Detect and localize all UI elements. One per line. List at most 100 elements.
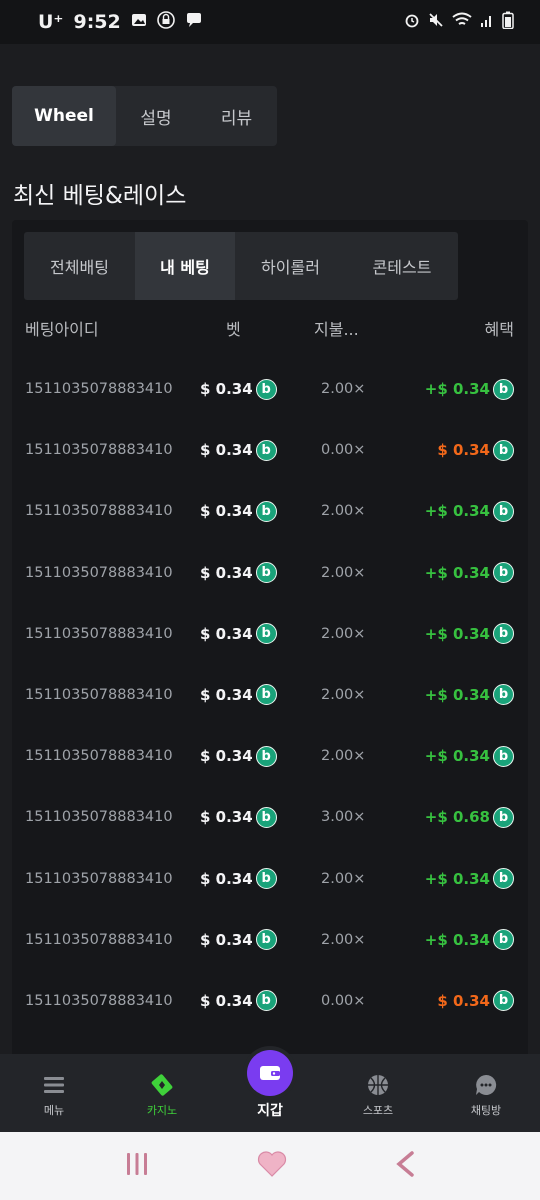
bets-panel: 전체배팅 내 베팅 하이롤러 콘테스트 베팅아이디 벳 지불... 혜택 151… — [12, 220, 528, 1054]
profit-cell: $ 0.34 b — [437, 438, 514, 462]
tab-wheel[interactable]: Wheel — [12, 86, 116, 146]
payout: 2.00× — [321, 503, 366, 520]
tab-description[interactable]: 설명 — [116, 86, 196, 146]
nav-sports[interactable]: 스포츠 — [324, 1054, 432, 1132]
profit: +$ 0.34 — [424, 563, 490, 582]
nav-chat[interactable]: 채팅방 — [432, 1054, 540, 1132]
payout: 0.00× — [321, 442, 366, 459]
profit-cell: +$ 0.34 b — [425, 928, 514, 952]
bet-amount: $ 0.34 — [200, 869, 253, 888]
signal-icon — [480, 12, 494, 32]
bet-amount-cell: $ 0.34 b — [200, 744, 277, 768]
chat-icon — [185, 12, 203, 32]
lock-icon — [156, 11, 175, 33]
coin-icon: b — [255, 623, 277, 645]
bet-id: 1511035078883410 — [25, 442, 173, 459]
table-row[interactable]: 1511035078883410 $ 0.34 b 3.00× +$ 0.68 b — [12, 791, 528, 852]
profit-cell: $ 0.34 b — [437, 989, 514, 1013]
table-row[interactable]: 1511035078883410 $ 0.34 b 2.00× +$ 0.34 b — [12, 485, 528, 546]
bet-amount-cell: $ 0.34 b — [200, 438, 277, 462]
mute-icon — [428, 12, 444, 32]
profit: +$ 0.68 — [424, 808, 490, 827]
coin-icon: b — [255, 990, 277, 1012]
coin-icon: b — [255, 439, 277, 461]
nav-casino[interactable]: 카지노 — [108, 1054, 216, 1132]
profit-cell: +$ 0.34 b — [425, 622, 514, 646]
nav-chat-label: 채팅방 — [470, 1104, 502, 1117]
coin-icon: b — [255, 745, 277, 767]
carrier-label: U⁺ — [38, 11, 64, 33]
bet-amount: $ 0.34 — [200, 380, 253, 398]
tab-high-rollers[interactable]: 하이롤러 — [235, 232, 346, 300]
bet-amount: $ 0.34 — [200, 930, 253, 949]
coin-icon: b — [255, 500, 277, 522]
back-icon[interactable] — [394, 1150, 416, 1182]
game-tabs: Wheel 설명 리뷰 — [12, 86, 277, 146]
coin-icon: b — [255, 806, 277, 828]
payout: 2.00× — [321, 686, 366, 703]
nav-menu-label: 메뉴 — [43, 1104, 65, 1117]
bets-table-body: 1511035078883410 $ 0.34 b 2.00× +$ 0.34 b … — [12, 363, 528, 1036]
casino-card-icon — [150, 1074, 174, 1096]
coin-icon: b — [255, 868, 277, 889]
bet-amount: $ 0.34 — [200, 624, 253, 643]
bet-id: 1511035078883410 — [25, 625, 173, 642]
payout: 2.00× — [321, 748, 366, 765]
coin-icon: b — [493, 990, 514, 1012]
header-bet-id: 베팅아이디 — [25, 320, 99, 339]
table-row[interactable]: 1511035078883410 $ 0.34 b 0.00× $ 0.34 b — [12, 424, 528, 485]
gallery-icon — [131, 12, 147, 32]
profit: +$ 0.34 — [424, 685, 490, 704]
table-header: 베팅아이디 벳 지불... 혜택 — [12, 316, 528, 346]
home-heart-icon[interactable] — [257, 1150, 287, 1182]
tab-contest[interactable]: 콘테스트 — [346, 232, 458, 300]
bet-amount: $ 0.34 — [200, 747, 253, 766]
coin-icon: b — [493, 378, 514, 400]
table-row[interactable]: 1511035078883410 $ 0.34 b 2.00× +$ 0.34 b — [12, 853, 528, 914]
nav-wallet[interactable]: 지갑 — [216, 1050, 324, 1132]
profit-cell: +$ 0.34 b — [425, 867, 514, 891]
coin-icon: b — [493, 806, 514, 828]
coin-icon: b — [255, 562, 277, 584]
profit-cell: +$ 0.34 b — [425, 683, 514, 707]
bet-amount-cell: $ 0.34 b — [200, 561, 277, 585]
table-row[interactable]: 1511035078883410 $ 0.34 b 2.00× +$ 0.34 b — [12, 914, 528, 975]
profit-cell: +$ 0.68 b — [425, 805, 514, 829]
coin-icon: b — [493, 439, 514, 461]
tab-my-bets[interactable]: 내 베팅 — [135, 232, 235, 300]
payout: 3.00× — [321, 809, 366, 826]
header-bet: 벳 — [226, 320, 241, 339]
table-row[interactable]: 1511035078883410 $ 0.34 b 2.00× +$ 0.34 b — [12, 363, 528, 424]
tab-reviews[interactable]: 리뷰 — [196, 86, 277, 146]
table-row[interactable]: 1511035078883410 $ 0.34 b 2.00× +$ 0.34 b — [12, 547, 528, 608]
table-row[interactable]: 1511035078883410 $ 0.34 b 2.00× +$ 0.34 b — [12, 669, 528, 730]
profit: $ 0.34 — [437, 441, 490, 460]
coin-icon: b — [493, 623, 514, 645]
bet-amount-cell: $ 0.34 b — [200, 622, 277, 646]
bet-amount-cell: $ 0.34 b — [200, 377, 277, 401]
bet-id: 1511035078883410 — [25, 503, 173, 520]
status-time: 9:52 — [73, 11, 121, 33]
bet-amount-cell: $ 0.34 b — [200, 867, 277, 891]
status-bar: U⁺ 9:52 — [0, 0, 540, 44]
coin-icon: b — [493, 929, 514, 951]
nav-wallet-label: 지갑 — [257, 1103, 283, 1119]
coin-icon: b — [255, 378, 277, 400]
bet-tabs: 전체배팅 내 베팅 하이롤러 콘테스트 — [24, 232, 458, 300]
payout: 2.00× — [321, 625, 366, 642]
basketball-icon — [367, 1074, 389, 1096]
bet-id: 1511035078883410 — [25, 686, 173, 703]
recent-apps-icon[interactable] — [124, 1151, 150, 1181]
table-row[interactable]: 1511035078883410 $ 0.34 b 2.00× +$ 0.34 b — [12, 730, 528, 791]
nav-menu[interactable]: 메뉴 — [0, 1054, 108, 1132]
table-row[interactable]: 1511035078883410 $ 0.34 b 0.00× $ 0.34 b — [12, 975, 528, 1036]
table-row[interactable]: 1511035078883410 $ 0.34 b 2.00× +$ 0.34 b — [12, 608, 528, 669]
bet-id: 1511035078883410 — [25, 870, 173, 887]
alarm-icon — [404, 12, 420, 32]
profit-cell: +$ 0.34 b — [425, 561, 514, 585]
bet-amount-cell: $ 0.34 b — [200, 499, 277, 523]
bet-id: 1511035078883410 — [25, 381, 173, 397]
bet-amount: $ 0.34 — [200, 991, 253, 1010]
coin-icon: b — [255, 929, 277, 951]
tab-all-bets[interactable]: 전체배팅 — [24, 232, 135, 300]
